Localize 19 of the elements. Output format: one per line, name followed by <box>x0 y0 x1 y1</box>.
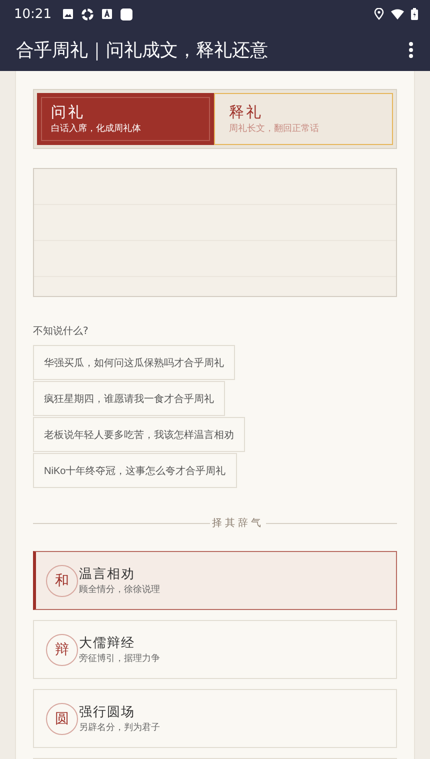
suggestion-chip[interactable]: NiKo十年终夺冠，这事怎么夸才合乎周礼 <box>33 453 237 488</box>
font-icon <box>101 8 114 20</box>
status-time: 10:21 <box>14 6 52 22</box>
location-icon <box>374 8 384 20</box>
prompt-label: 不知说什么? <box>33 325 90 338</box>
suggestion-chip[interactable]: 华强买瓜，如何问这瓜保熟吗才合乎周礼 <box>33 345 235 380</box>
suggestion-chip[interactable]: 老板说年轻人要多吃苦，我该怎样温言相劝 <box>33 417 245 452</box>
more-menu-icon[interactable] <box>408 40 414 58</box>
mode-tab[interactable]: 释礼 周礼长文，翻回正常话 <box>214 93 393 145</box>
mode-tab[interactable]: 问礼 白话入席，化成周礼体 <box>37 93 214 145</box>
app-title: 合乎周礼｜问礼成文，释礼还意 <box>16 38 268 62</box>
wifi-icon <box>391 8 404 20</box>
sync-icon <box>81 8 94 20</box>
battery-icon <box>411 8 418 20</box>
input-field[interactable] <box>33 168 397 297</box>
image-icon <box>62 8 74 20</box>
section-title: 择其辞气 <box>212 516 264 530</box>
square-icon <box>120 8 134 20</box>
suggestion-chip[interactable]: 疯狂星期四，谁愿请我一食才合乎周礼 <box>33 381 225 416</box>
